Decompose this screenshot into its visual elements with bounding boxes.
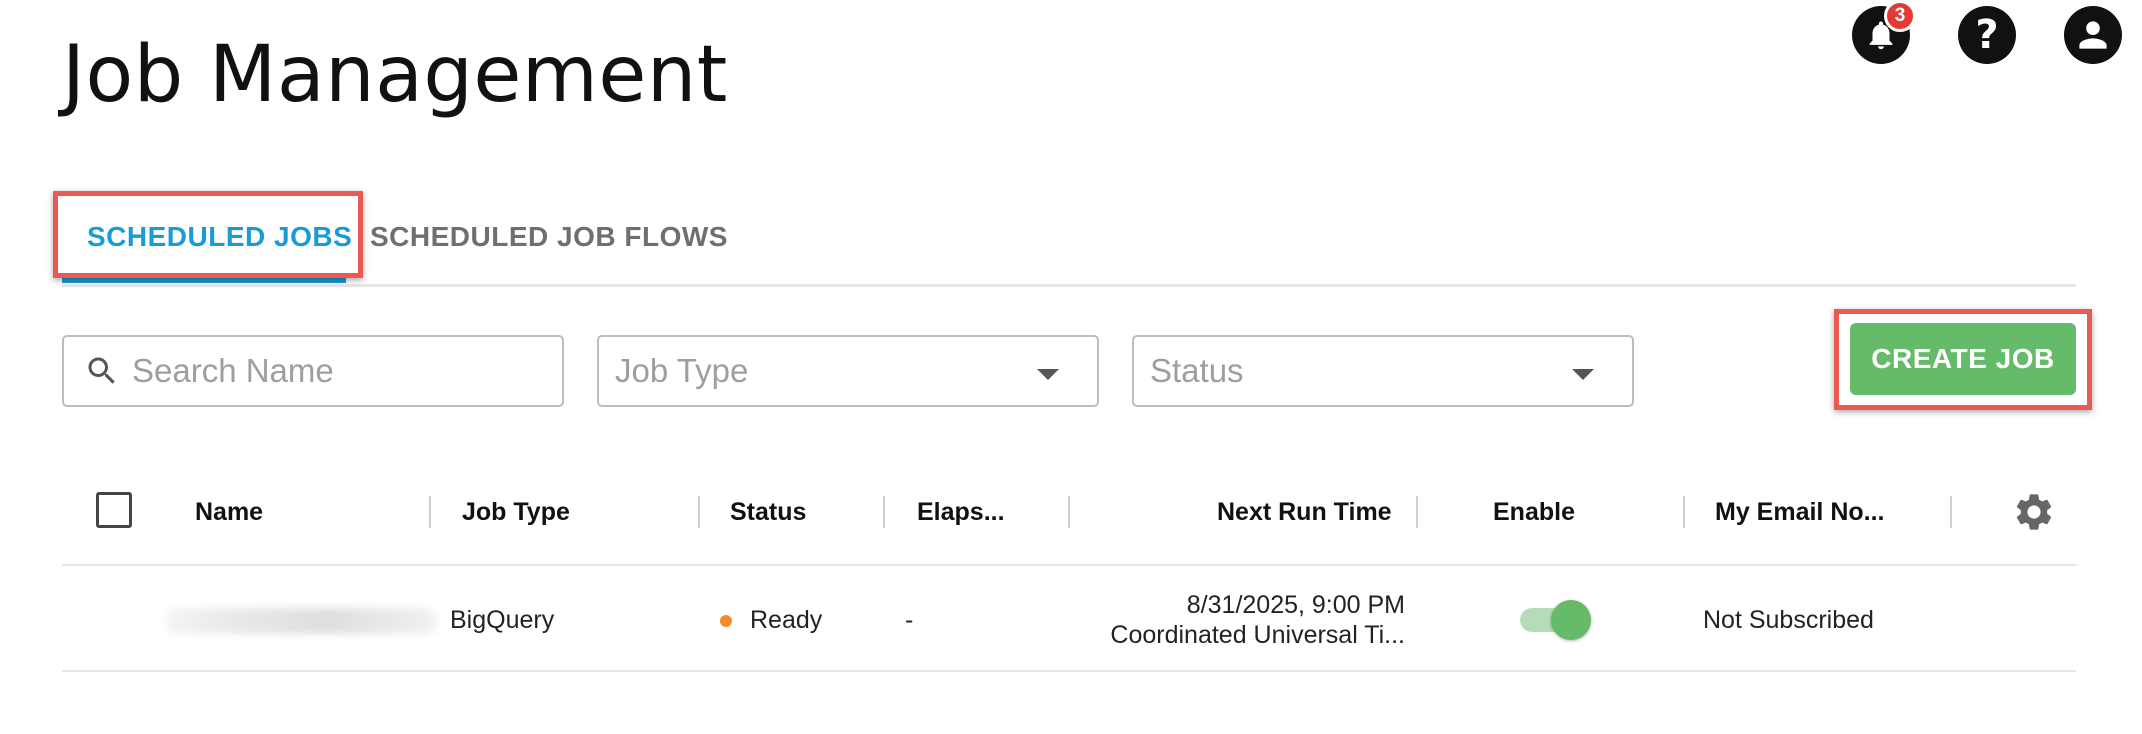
help-icon: ? <box>1975 12 1999 58</box>
column-resize-handle[interactable] <box>1950 496 1952 528</box>
tab-scheduled-job-flows[interactable]: SCHEDULED JOB FLOWS <box>370 221 728 253</box>
active-tab-indicator <box>62 276 346 283</box>
column-header-job-type[interactable]: Job Type <box>462 498 570 527</box>
job-name-redacted <box>166 608 436 634</box>
next-run-date: 8/31/2025, 9:00 PM <box>1186 591 1405 619</box>
header-icon-bar: 3 ? <box>1852 0 2122 64</box>
chevron-down-icon <box>1037 369 1059 380</box>
select-all-checkbox[interactable] <box>96 492 132 528</box>
email-notification-cell: Not Subscribed <box>1703 606 1874 634</box>
column-header-status[interactable]: Status <box>730 498 806 527</box>
column-resize-handle[interactable] <box>1416 496 1418 528</box>
column-header-elapsed[interactable]: Elaps... <box>917 498 1005 527</box>
column-header-name[interactable]: Name <box>195 498 263 527</box>
enable-toggle-knob[interactable] <box>1551 600 1591 640</box>
elapsed-cell: - <box>905 606 914 634</box>
column-resize-handle[interactable] <box>1068 496 1070 528</box>
account-button[interactable] <box>2064 6 2122 64</box>
search-placeholder: Search Name <box>132 352 334 389</box>
page-title: Job Management <box>62 30 728 120</box>
column-resize-handle[interactable] <box>698 496 700 528</box>
column-header-email-notification[interactable]: My Email No... <box>1715 498 1884 527</box>
next-run-time-cell: 8/31/2025, 9:00 PM Coordinated Universal… <box>1110 590 1405 650</box>
job-type-select[interactable]: Job Type <box>597 335 1099 407</box>
create-job-button[interactable]: CREATE JOB <box>1850 323 2076 395</box>
gear-icon[interactable] <box>2012 490 2056 534</box>
user-icon <box>2079 21 2107 49</box>
tab-bar: SCHEDULED JOBS SCHEDULED JOB FLOWS <box>62 195 2076 287</box>
search-icon <box>88 357 115 384</box>
search-input[interactable]: Search Name <box>62 335 564 407</box>
status-select[interactable]: Status <box>1132 335 1634 407</box>
tab-scheduled-jobs[interactable]: SCHEDULED JOBS <box>87 221 352 253</box>
column-header-enable[interactable]: Enable <box>1493 498 1575 527</box>
table-row[interactable]: BigQuery Ready - 8/31/2025, 9:00 PM Coor… <box>62 566 2076 672</box>
notification-count-badge: 3 <box>1884 0 1916 32</box>
status-placeholder: Status <box>1150 352 1244 389</box>
job-type-placeholder: Job Type <box>615 352 749 389</box>
status-cell: Ready <box>750 606 823 634</box>
job-type-cell: BigQuery <box>450 606 555 634</box>
notifications-button[interactable]: 3 <box>1852 0 1916 64</box>
table-header: Name Job Type Status Elaps... Next Run T… <box>62 470 2076 566</box>
status-indicator-dot <box>720 615 732 627</box>
column-resize-handle[interactable] <box>1683 496 1685 528</box>
chevron-down-icon <box>1572 369 1594 380</box>
next-run-timezone: Coordinated Universal Ti... <box>1110 621 1405 649</box>
column-header-next-run-time[interactable]: Next Run Time <box>1217 498 1392 527</box>
help-button[interactable]: ? <box>1958 6 2016 64</box>
column-resize-handle[interactable] <box>883 496 885 528</box>
column-resize-handle[interactable] <box>429 496 431 528</box>
